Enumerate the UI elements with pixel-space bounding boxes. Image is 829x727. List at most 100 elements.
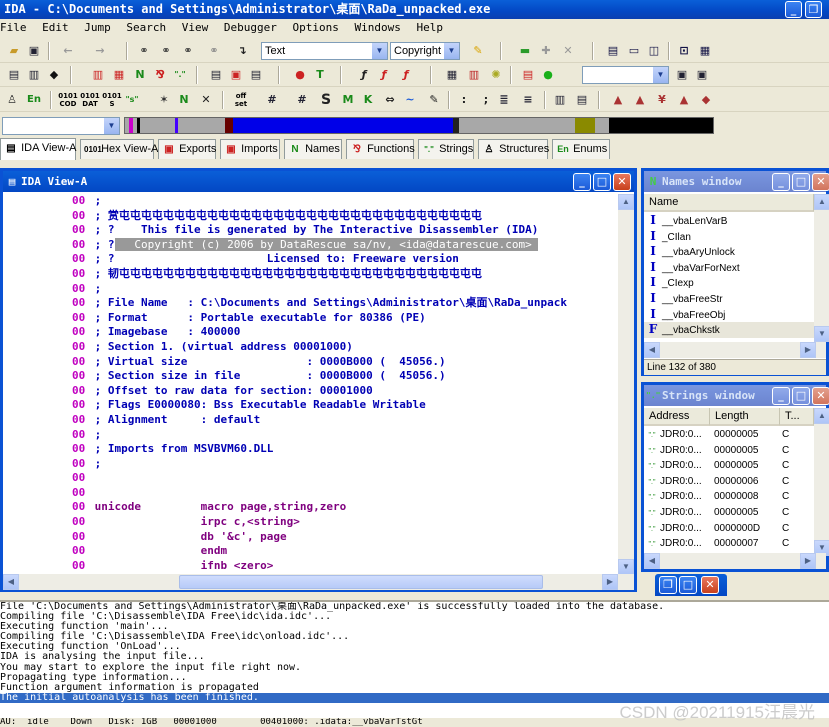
scroll-down-icon[interactable]: ▼	[814, 326, 829, 342]
window-split-icon[interactable]: ◫	[646, 43, 662, 59]
back-icon[interactable]: ←	[60, 43, 76, 59]
maximize-icon[interactable]: □	[593, 173, 611, 191]
names-n-icon[interactable]: N	[132, 67, 148, 83]
ins-s-icon[interactable]: S	[318, 92, 334, 108]
close-icon[interactable]: ✕	[613, 173, 631, 191]
code-line[interactable]: 00 endm	[3, 544, 617, 559]
tab-exports[interactable]: ▣ Exports	[158, 139, 216, 159]
func-f-icon[interactable]: ƒ	[356, 67, 372, 83]
graph-icon[interactable]: ⊡	[676, 43, 692, 59]
search-binary-icon[interactable]: ⚭	[206, 43, 222, 59]
open-icon[interactable]: ▰	[6, 43, 22, 59]
code-line[interactable]: 00 ; Virtual size : 0000B000 ( 45056.)	[3, 355, 617, 370]
code-line[interactable]: 00 irpc c,<string>	[3, 515, 617, 530]
close-icon[interactable]: ✕	[812, 387, 829, 405]
navigation-band-strip[interactable]	[124, 117, 714, 134]
code-line[interactable]: 00 ; ? Licensed to: Freeware version	[3, 252, 617, 267]
code-line[interactable]: 00 ; ? This file is generated by The Int…	[3, 223, 617, 238]
segment-icon[interactable]: ▥	[90, 67, 106, 83]
scroll-right-icon[interactable]: ▶	[800, 553, 816, 569]
code-line[interactable]: 00 ; Imports from MSVBVM60.DLL	[3, 442, 617, 457]
xref-icon[interactable]: ▤	[208, 67, 224, 83]
chevron-down-icon[interactable]: ▼	[444, 43, 459, 59]
code-line[interactable]: 00 db '&c', page	[3, 530, 617, 545]
horizontal-scrollbar[interactable]: ◀ ▶	[3, 574, 634, 590]
hash-icon[interactable]: #	[264, 92, 280, 108]
code-line[interactable]: 00 unicode macro page,string,zero	[3, 500, 617, 515]
names-list-item[interactable]: I _CIlan	[644, 229, 691, 245]
code-line[interactable]: 00 ; Flags E0000080: Bss Executable Read…	[3, 398, 617, 413]
strings-list-item[interactable]: "." JDR0:0... 00000005 C	[644, 443, 814, 459]
binoculars-icon[interactable]: ⚭	[136, 43, 152, 59]
code-line[interactable]: 00	[3, 471, 617, 486]
strings-col-type[interactable]: T...	[780, 408, 814, 426]
scroll-right-icon[interactable]: ▶	[602, 574, 618, 590]
bits-icon[interactable]: #	[294, 92, 310, 108]
chart-icon[interactable]: ▥	[466, 67, 482, 83]
chevron-down-icon[interactable]: ▼	[653, 67, 668, 83]
strings-s-icon[interactable]: "s"	[124, 92, 140, 108]
code-line[interactable]: 00 ;	[3, 194, 617, 209]
code-line[interactable]: 00 ;	[3, 282, 617, 297]
data-icon[interactable]: ▥	[26, 67, 42, 83]
star-icon[interactable]: ✶	[156, 92, 172, 108]
tab-enums[interactable]: En Enums	[552, 139, 610, 159]
window-stack-icon[interactable]: ▤	[605, 43, 621, 59]
tab-ida-view-a[interactable]: ▤ IDA View-A	[0, 138, 77, 160]
menu-options[interactable]: Options	[292, 21, 338, 34]
plus-icon[interactable]: ✚	[538, 43, 554, 59]
enum-en-icon[interactable]: En	[24, 92, 44, 108]
code-line[interactable]: 00 ; ? Copyright (c) 2006 by DataRescue …	[3, 237, 617, 253]
jump-icon[interactable]: ↴	[234, 43, 250, 59]
chevron-down-icon[interactable]: ▼	[372, 43, 387, 59]
bars-icon[interactable]: ▥	[552, 92, 568, 108]
scroll-left-icon[interactable]: ◀	[644, 342, 660, 358]
line-icon[interactable]: ≡	[520, 92, 536, 108]
strings-horizontal-scrollbar[interactable]: ◀ ▶	[644, 553, 826, 569]
restore-icon[interactable]: ❐	[659, 576, 677, 594]
maximize-icon[interactable]: □	[792, 387, 810, 405]
minimize-icon[interactable]: _	[772, 387, 790, 405]
comment-icon[interactable]: ≣	[496, 92, 512, 108]
text-search-combo[interactable]: Text ▼	[261, 42, 388, 60]
scroll-left-icon[interactable]: ◀	[3, 574, 19, 590]
text-t-icon[interactable]: T	[312, 67, 328, 83]
struct-icon[interactable]: ▣	[228, 67, 244, 83]
strings-list-item[interactable]: "." JDR0:0... 0000000D C	[644, 521, 814, 537]
close-icon[interactable]: ✕	[701, 576, 719, 594]
strings-list-item[interactable]: "." JDR0:0... 00000006 C	[644, 474, 814, 490]
tree-1-icon[interactable]: ▲	[610, 92, 626, 108]
code-line[interactable]: 00 ;	[3, 457, 617, 472]
enum-icon[interactable]: ▤	[248, 67, 264, 83]
code-icon[interactable]: ▤	[6, 67, 22, 83]
ins-k-icon[interactable]: K	[360, 92, 376, 108]
code-line[interactable]: 00	[3, 486, 617, 501]
code-line[interactable]: 00 ; Offset to raw data for section: 000…	[3, 384, 617, 399]
tree-5-icon[interactable]: ◆	[698, 92, 714, 108]
tab-functions[interactable]: ⅋ Functions	[346, 139, 415, 159]
save-icon[interactable]: ▣	[26, 43, 42, 59]
menu-jump[interactable]: Jump	[84, 21, 111, 34]
diamond-icon[interactable]: ◆	[46, 67, 62, 83]
run-icon[interactable]: ●	[540, 67, 556, 83]
scroll-up-icon[interactable]: ▲	[618, 194, 634, 210]
code-line[interactable]: 00 ; Section size in file : 0000B000 ( 4…	[3, 369, 617, 384]
code-line[interactable]: 00 ; Section 1. (virtual address 0000100…	[3, 340, 617, 355]
code-line[interactable]: 00 ;	[3, 428, 617, 443]
menu-view[interactable]: View	[182, 21, 209, 34]
window-tile-icon[interactable]: ▭	[626, 43, 642, 59]
breakpoint-icon[interactable]: ●	[292, 67, 308, 83]
func-end-icon[interactable]: ƒ	[398, 67, 414, 83]
menu-search[interactable]: Search	[126, 21, 166, 34]
names-list[interactable]: I __vbaLenVarB I _CIlan I __vbaAryUnlock I __vb…	[644, 213, 814, 339]
func-edit-icon[interactable]: ƒ	[376, 67, 392, 83]
names-list-item[interactable]: I __vbaVarForNext	[644, 260, 739, 276]
menu-edit[interactable]: Edit	[42, 21, 69, 34]
structure-icon[interactable]: ♙	[4, 92, 20, 108]
navigation-band[interactable]: ▼	[0, 116, 829, 136]
maximize-icon[interactable]: □	[679, 576, 697, 594]
search-text-icon[interactable]: ⚭	[180, 43, 196, 59]
close-icon[interactable]: ✕	[812, 173, 829, 191]
names-list-item[interactable]: I __vbaAryUnlock	[644, 244, 735, 260]
strings-list-item[interactable]: "." JDR0:0... 00000005 C	[644, 427, 814, 443]
